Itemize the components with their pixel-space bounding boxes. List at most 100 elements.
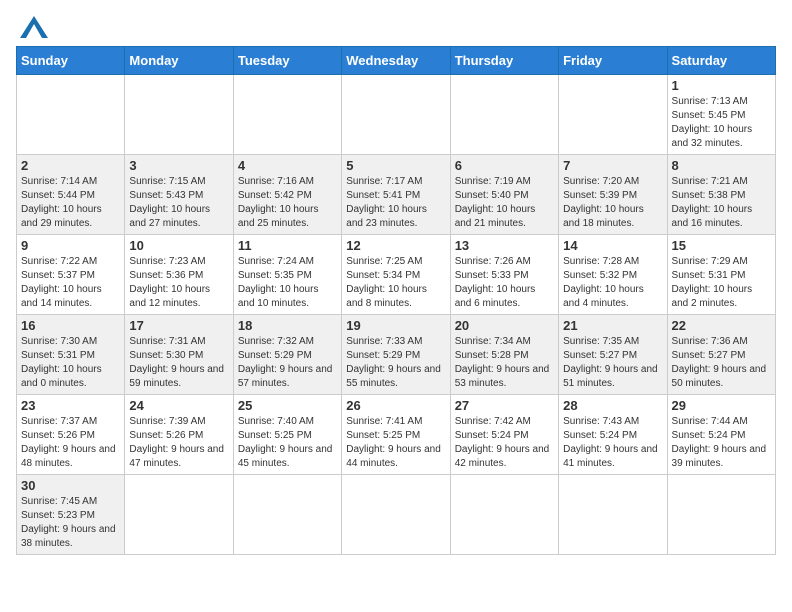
calendar-week-row: 9 Sunrise: 7:22 AMSunset: 5:37 PMDayligh…	[17, 235, 776, 315]
day-number: 11	[238, 238, 337, 253]
calendar-cell: 16 Sunrise: 7:30 AMSunset: 5:31 PMDaylig…	[17, 315, 125, 395]
day-info: Sunrise: 7:33 AMSunset: 5:29 PMDaylight:…	[346, 335, 445, 391]
day-number: 23	[21, 398, 120, 413]
day-number: 4	[238, 158, 337, 173]
day-number: 21	[563, 318, 662, 333]
calendar-cell: 4 Sunrise: 7:16 AMSunset: 5:42 PMDayligh…	[233, 155, 341, 235]
calendar-cell: 13 Sunrise: 7:26 AMSunset: 5:33 PMDaylig…	[450, 235, 558, 315]
calendar-cell	[125, 75, 233, 155]
day-info: Sunrise: 7:23 AMSunset: 5:36 PMDaylight:…	[129, 255, 228, 311]
day-info: Sunrise: 7:25 AMSunset: 5:34 PMDaylight:…	[346, 255, 445, 311]
calendar-cell: 1 Sunrise: 7:13 AMSunset: 5:45 PMDayligh…	[667, 75, 775, 155]
calendar-cell	[450, 475, 558, 555]
day-info: Sunrise: 7:24 AMSunset: 5:35 PMDaylight:…	[238, 255, 337, 311]
calendar-cell: 25 Sunrise: 7:40 AMSunset: 5:25 PMDaylig…	[233, 395, 341, 475]
calendar-cell	[559, 475, 667, 555]
calendar-cell	[667, 475, 775, 555]
calendar-cell: 24 Sunrise: 7:39 AMSunset: 5:26 PMDaylig…	[125, 395, 233, 475]
header	[16, 16, 776, 38]
calendar-table: SundayMondayTuesdayWednesdayThursdayFrid…	[16, 46, 776, 555]
day-number: 8	[672, 158, 771, 173]
day-number: 2	[21, 158, 120, 173]
day-number: 15	[672, 238, 771, 253]
day-number: 5	[346, 158, 445, 173]
day-info: Sunrise: 7:30 AMSunset: 5:31 PMDaylight:…	[21, 335, 120, 391]
logo-triangle-icon	[20, 16, 48, 38]
calendar-cell	[342, 475, 450, 555]
calendar-cell: 26 Sunrise: 7:41 AMSunset: 5:25 PMDaylig…	[342, 395, 450, 475]
calendar-cell	[233, 75, 341, 155]
calendar-week-row: 16 Sunrise: 7:30 AMSunset: 5:31 PMDaylig…	[17, 315, 776, 395]
day-info: Sunrise: 7:26 AMSunset: 5:33 PMDaylight:…	[455, 255, 554, 311]
day-info: Sunrise: 7:31 AMSunset: 5:30 PMDaylight:…	[129, 335, 228, 391]
day-info: Sunrise: 7:17 AMSunset: 5:41 PMDaylight:…	[346, 175, 445, 231]
calendar-cell: 30 Sunrise: 7:45 AMSunset: 5:23 PMDaylig…	[17, 475, 125, 555]
day-header-saturday: Saturday	[667, 47, 775, 75]
calendar-cell: 5 Sunrise: 7:17 AMSunset: 5:41 PMDayligh…	[342, 155, 450, 235]
day-info: Sunrise: 7:15 AMSunset: 5:43 PMDaylight:…	[129, 175, 228, 231]
calendar-cell: 29 Sunrise: 7:44 AMSunset: 5:24 PMDaylig…	[667, 395, 775, 475]
day-number: 7	[563, 158, 662, 173]
day-number: 14	[563, 238, 662, 253]
day-number: 22	[672, 318, 771, 333]
day-number: 20	[455, 318, 554, 333]
day-header-sunday: Sunday	[17, 47, 125, 75]
day-header-thursday: Thursday	[450, 47, 558, 75]
calendar-cell	[125, 475, 233, 555]
day-info: Sunrise: 7:42 AMSunset: 5:24 PMDaylight:…	[455, 415, 554, 471]
calendar-week-row: 1 Sunrise: 7:13 AMSunset: 5:45 PMDayligh…	[17, 75, 776, 155]
calendar-cell: 8 Sunrise: 7:21 AMSunset: 5:38 PMDayligh…	[667, 155, 775, 235]
day-info: Sunrise: 7:39 AMSunset: 5:26 PMDaylight:…	[129, 415, 228, 471]
day-number: 30	[21, 478, 120, 493]
calendar-cell: 21 Sunrise: 7:35 AMSunset: 5:27 PMDaylig…	[559, 315, 667, 395]
calendar-cell	[233, 475, 341, 555]
day-number: 10	[129, 238, 228, 253]
day-info: Sunrise: 7:14 AMSunset: 5:44 PMDaylight:…	[21, 175, 120, 231]
day-info: Sunrise: 7:35 AMSunset: 5:27 PMDaylight:…	[563, 335, 662, 391]
calendar-cell: 3 Sunrise: 7:15 AMSunset: 5:43 PMDayligh…	[125, 155, 233, 235]
day-info: Sunrise: 7:40 AMSunset: 5:25 PMDaylight:…	[238, 415, 337, 471]
calendar-cell: 22 Sunrise: 7:36 AMSunset: 5:27 PMDaylig…	[667, 315, 775, 395]
day-number: 3	[129, 158, 228, 173]
calendar-cell: 28 Sunrise: 7:43 AMSunset: 5:24 PMDaylig…	[559, 395, 667, 475]
calendar-cell: 6 Sunrise: 7:19 AMSunset: 5:40 PMDayligh…	[450, 155, 558, 235]
day-number: 17	[129, 318, 228, 333]
day-info: Sunrise: 7:16 AMSunset: 5:42 PMDaylight:…	[238, 175, 337, 231]
day-info: Sunrise: 7:41 AMSunset: 5:25 PMDaylight:…	[346, 415, 445, 471]
day-info: Sunrise: 7:19 AMSunset: 5:40 PMDaylight:…	[455, 175, 554, 231]
calendar-week-row: 2 Sunrise: 7:14 AMSunset: 5:44 PMDayligh…	[17, 155, 776, 235]
day-info: Sunrise: 7:37 AMSunset: 5:26 PMDaylight:…	[21, 415, 120, 471]
day-number: 29	[672, 398, 771, 413]
day-info: Sunrise: 7:36 AMSunset: 5:27 PMDaylight:…	[672, 335, 771, 391]
day-number: 13	[455, 238, 554, 253]
day-info: Sunrise: 7:34 AMSunset: 5:28 PMDaylight:…	[455, 335, 554, 391]
day-info: Sunrise: 7:13 AMSunset: 5:45 PMDaylight:…	[672, 95, 771, 151]
calendar-cell: 10 Sunrise: 7:23 AMSunset: 5:36 PMDaylig…	[125, 235, 233, 315]
calendar-cell	[17, 75, 125, 155]
calendar-cell: 2 Sunrise: 7:14 AMSunset: 5:44 PMDayligh…	[17, 155, 125, 235]
day-number: 25	[238, 398, 337, 413]
day-number: 6	[455, 158, 554, 173]
calendar-cell	[342, 75, 450, 155]
calendar-cell: 27 Sunrise: 7:42 AMSunset: 5:24 PMDaylig…	[450, 395, 558, 475]
calendar-week-row: 30 Sunrise: 7:45 AMSunset: 5:23 PMDaylig…	[17, 475, 776, 555]
calendar-cell: 9 Sunrise: 7:22 AMSunset: 5:37 PMDayligh…	[17, 235, 125, 315]
calendar-cell	[559, 75, 667, 155]
calendar-cell: 18 Sunrise: 7:32 AMSunset: 5:29 PMDaylig…	[233, 315, 341, 395]
day-info: Sunrise: 7:28 AMSunset: 5:32 PMDaylight:…	[563, 255, 662, 311]
day-header-tuesday: Tuesday	[233, 47, 341, 75]
calendar-cell: 11 Sunrise: 7:24 AMSunset: 5:35 PMDaylig…	[233, 235, 341, 315]
calendar-cell	[450, 75, 558, 155]
day-info: Sunrise: 7:29 AMSunset: 5:31 PMDaylight:…	[672, 255, 771, 311]
day-number: 12	[346, 238, 445, 253]
calendar-header-row: SundayMondayTuesdayWednesdayThursdayFrid…	[17, 47, 776, 75]
day-number: 9	[21, 238, 120, 253]
calendar-cell: 23 Sunrise: 7:37 AMSunset: 5:26 PMDaylig…	[17, 395, 125, 475]
day-info: Sunrise: 7:22 AMSunset: 5:37 PMDaylight:…	[21, 255, 120, 311]
logo	[16, 16, 48, 38]
calendar-cell: 14 Sunrise: 7:28 AMSunset: 5:32 PMDaylig…	[559, 235, 667, 315]
day-info: Sunrise: 7:20 AMSunset: 5:39 PMDaylight:…	[563, 175, 662, 231]
day-header-friday: Friday	[559, 47, 667, 75]
day-header-monday: Monday	[125, 47, 233, 75]
day-number: 27	[455, 398, 554, 413]
